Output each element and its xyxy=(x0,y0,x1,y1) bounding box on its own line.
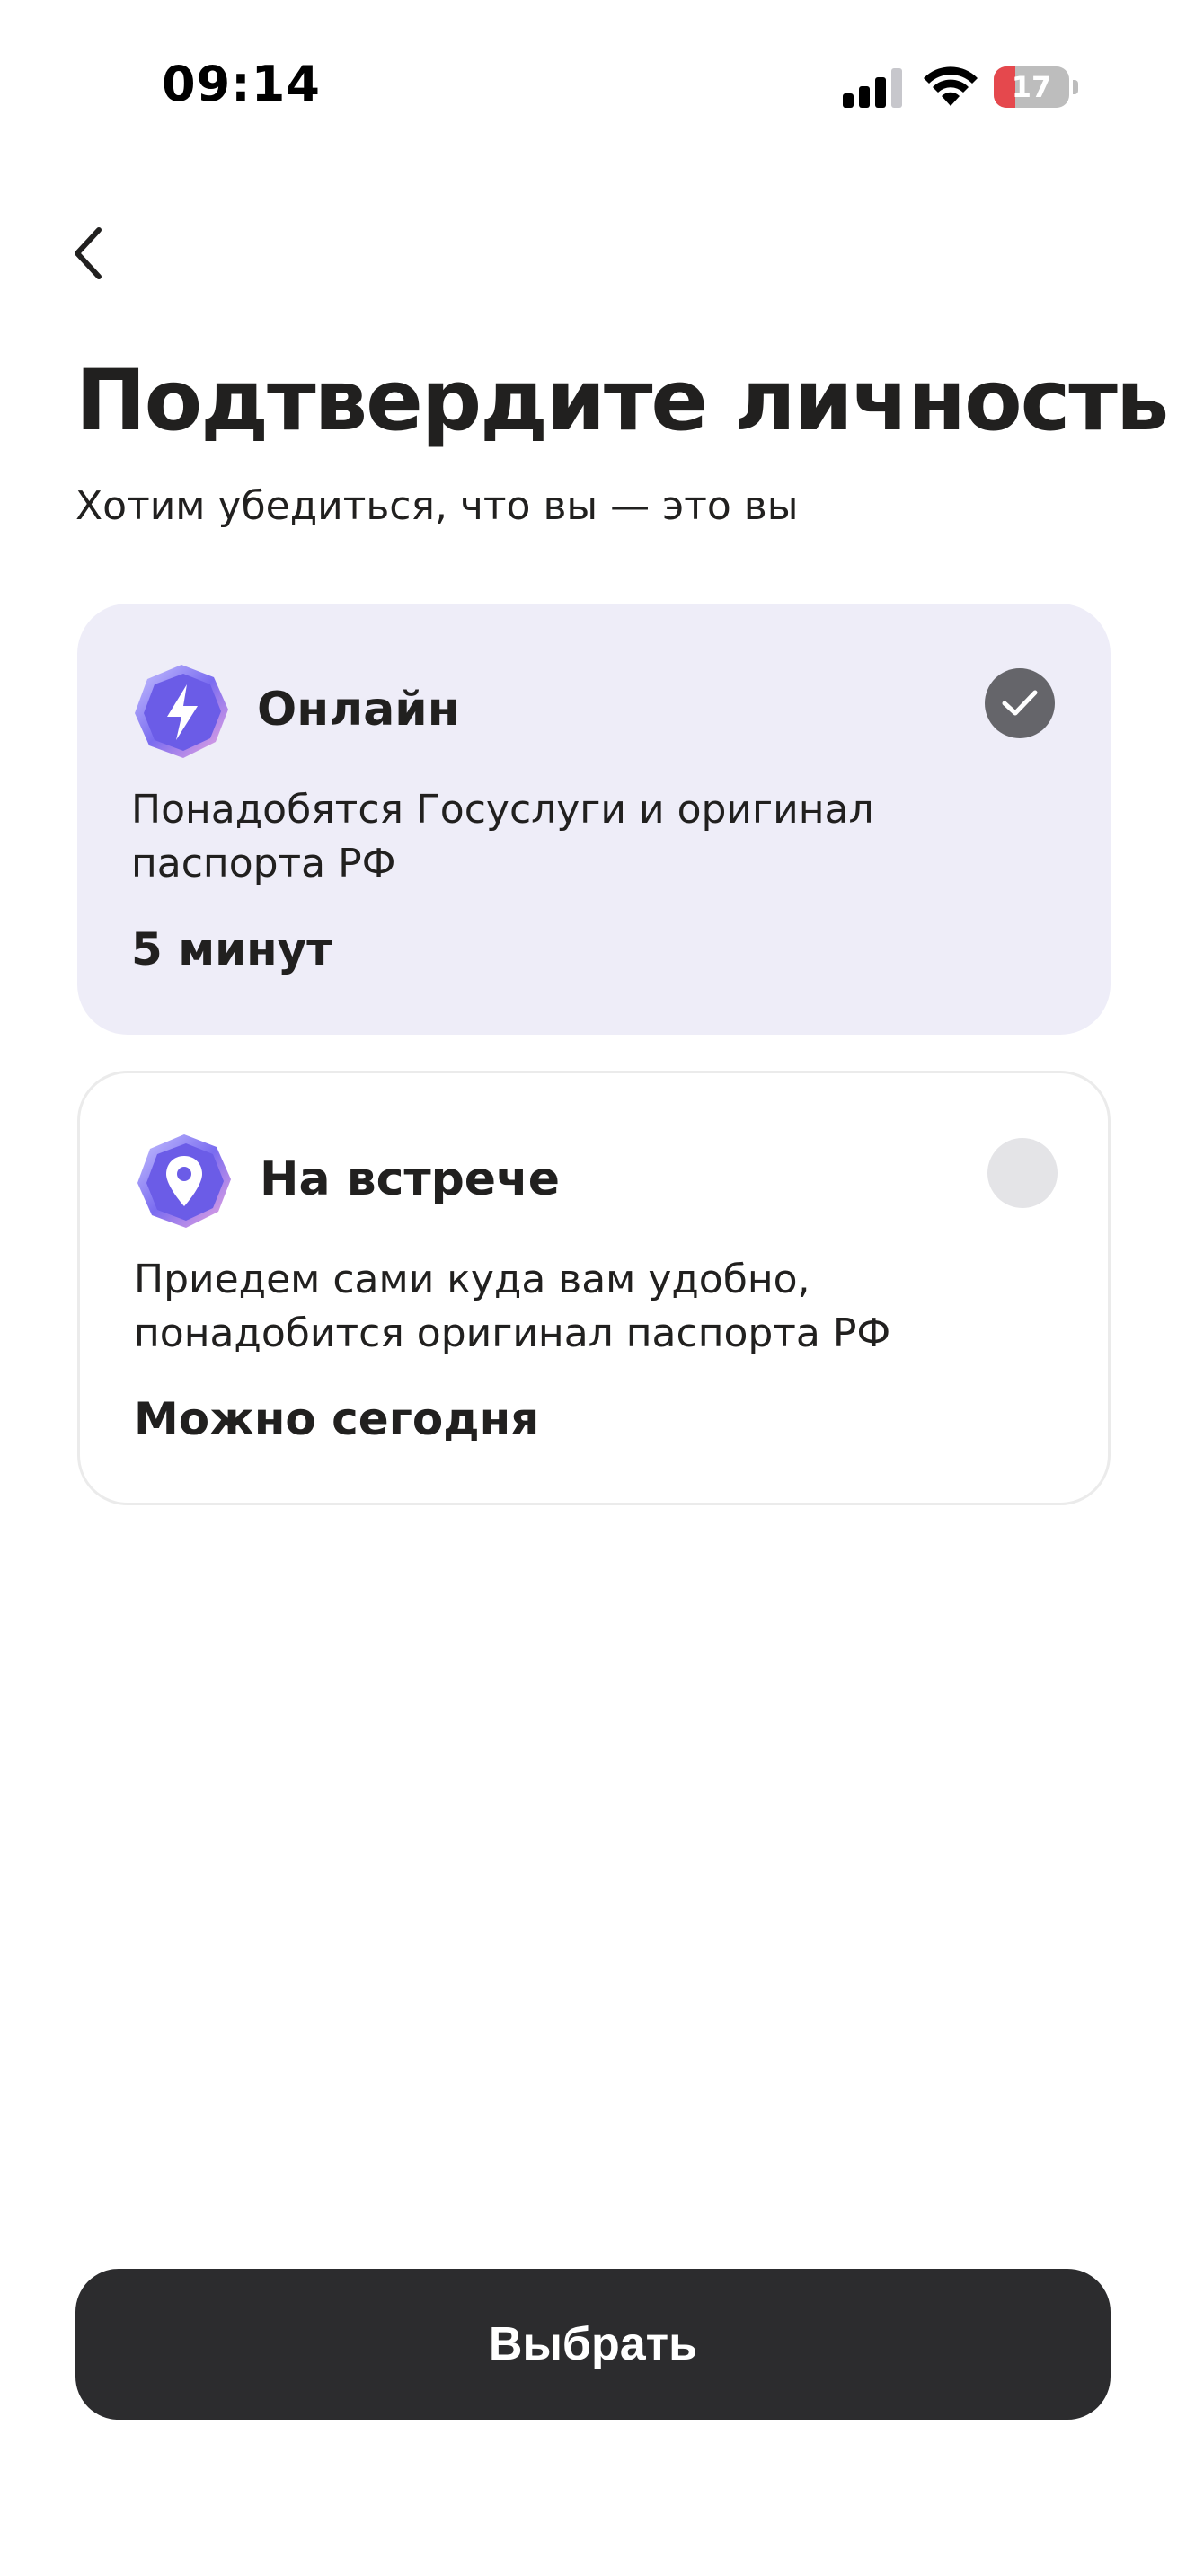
option-title: На встрече xyxy=(260,1152,561,1206)
location-pin-badge-icon xyxy=(137,1134,231,1228)
option-card-online[interactable]: Онлайн Понадобятся Госуслуги и оригинал … xyxy=(77,604,1111,1035)
option-card-meeting[interactable]: На встрече Приедем сами куда вам удобно,… xyxy=(77,1071,1111,1505)
select-button[interactable]: Выбрать xyxy=(75,2269,1111,2420)
page-title: Подтвердите личность xyxy=(75,352,1169,450)
wifi-icon xyxy=(924,66,978,106)
battery-tip xyxy=(1073,80,1078,94)
chevron-left-icon xyxy=(75,227,102,279)
option-availability: Можно сегодня xyxy=(134,1393,540,1445)
radio-unchecked[interactable] xyxy=(987,1138,1058,1208)
signal-icon xyxy=(843,68,902,108)
battery-body: 17 xyxy=(994,66,1069,108)
option-title: Онлайн xyxy=(257,683,460,737)
radio-checked[interactable] xyxy=(985,668,1055,738)
option-description: Понадобятся Госуслуги и оригинал паспорт… xyxy=(131,787,874,887)
option-description: Приедем сами куда вам удобно, понадобитс… xyxy=(134,1257,891,1356)
option-duration: 5 минут xyxy=(131,923,333,975)
back-button[interactable] xyxy=(59,225,117,282)
status-bar: 09:14 17 xyxy=(0,0,1186,171)
lightning-badge-icon xyxy=(135,665,228,758)
battery-icon: 17 xyxy=(994,66,1078,108)
checkmark-icon xyxy=(1002,690,1038,716)
page-subtitle: Хотим убедиться, что вы — это вы xyxy=(75,483,799,529)
battery-percent: 17 xyxy=(1011,70,1052,104)
status-time: 09:14 xyxy=(162,56,321,112)
